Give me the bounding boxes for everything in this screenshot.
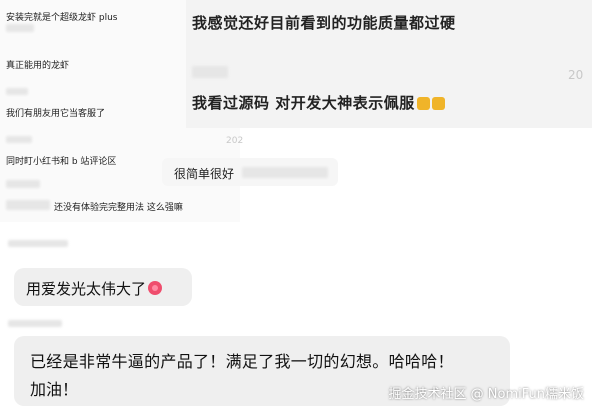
message-1: 用爱发光太伟大了 [26,278,163,299]
redacted-name [192,66,228,78]
comment-1: 安装完就是个超级龙虾 plus [6,13,118,23]
simple-comment-bubble: 很简单很好 [162,158,338,186]
message-1-text: 用爱发光太伟大了 [26,280,147,298]
heart-icon [148,281,163,295]
comment-quality: 我感觉还好目前看到的功能质量都过硬 [192,14,456,32]
message-bubble-1: 用爱发光太伟大了 [14,268,192,306]
right-comments-panel: 我感觉还好目前看到的功能质量都过硬 20 我看过源码 对开发大神表示佩服 [186,0,592,128]
message-2: 已经是非常牛逼的产品了！满足了我一切的幻想。哈哈哈！ [30,352,454,371]
comment-4: 同时盯小红书和 b 站评论区 [6,157,117,167]
year-fragment: 202 [226,136,244,146]
redacted-name [6,200,50,210]
comment-3: 我们有朋友用它当客服了 [6,109,106,119]
simple-comment: 很简单很好 [174,167,235,181]
comment-source-code: 我看过源码 对开发大神表示佩服 [192,92,445,113]
thumbs-up-icon [431,97,445,110]
message-3: 加油！ [30,380,79,399]
bottom-messages-panel: 用爱发光太伟大了 已经是非常牛逼的产品了！满足了我一切的幻想。哈哈哈！ 加油！ … [0,226,592,412]
redacted-name [8,240,68,247]
redacted-name [6,136,32,143]
redacted-name [6,180,40,188]
redacted-text [242,167,328,178]
comment-2: 真正能用的龙虾 [6,61,70,71]
year-fragment: 20 [568,68,584,82]
redacted-avatar [6,24,34,32]
redacted-name [6,88,28,95]
comment-source-code-text: 我看过源码 对开发大神表示佩服 [192,94,415,112]
comment-5: 还没有体验完完整用法 这么强嘛 [54,203,183,213]
thumbs-up-icon [416,97,430,110]
redacted-name [8,320,62,327]
watermark: 掘金技术社区 @ NomiFun糯米饭 [388,387,584,402]
